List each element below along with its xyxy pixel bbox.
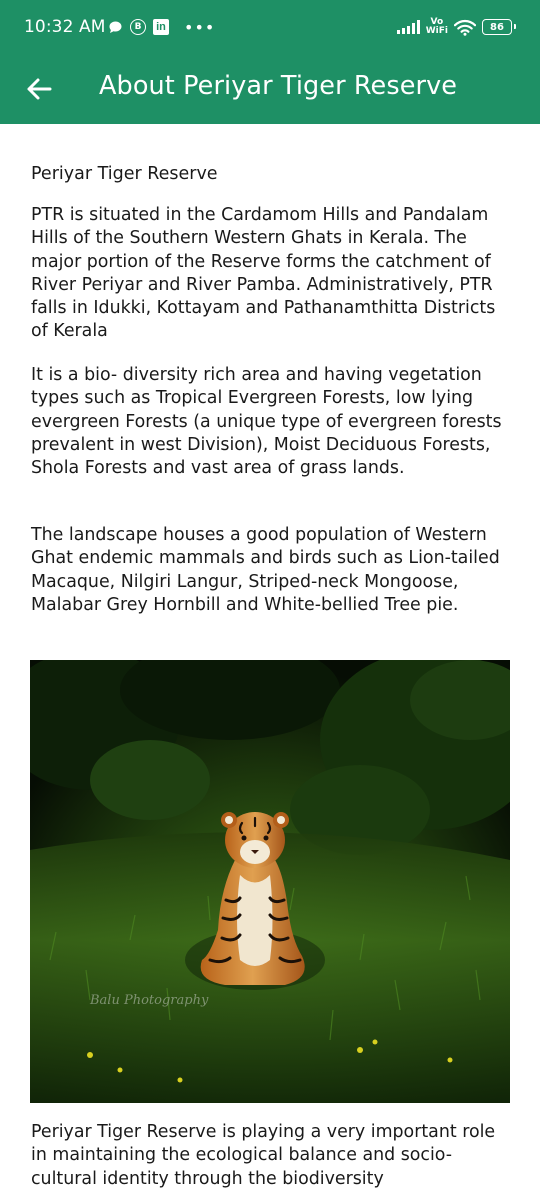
linkedin-icon: in: [153, 19, 169, 35]
vowifi-line2: WiFi: [425, 26, 448, 36]
back-button[interactable]: [18, 68, 60, 110]
more-dots-icon: •••: [184, 17, 216, 37]
battery-level: 86: [490, 21, 504, 33]
notification-icons: B in •••: [108, 17, 215, 37]
paragraph-fauna: The landscape houses a good population o…: [31, 525, 500, 615]
system-icons: Vo WiFi 86: [396, 15, 516, 39]
signal-icon: [396, 20, 420, 34]
wifi-icon: [454, 19, 476, 36]
page-title: About Periyar Tiger Reserve: [99, 71, 458, 101]
paragraph-location: PTR is situated in the Cardamom Hills an…: [31, 205, 496, 342]
arrow-left-icon: [27, 78, 52, 100]
chat-icon: [108, 20, 123, 35]
b-icon: B: [130, 19, 146, 35]
paragraph-biodiversity: It is a bio- diversity rich area and hav…: [31, 365, 502, 479]
tiger-photo: Balu Photography: [30, 660, 510, 1103]
app-bar: 10:32 AM B in ••• Vo WiFi 86 About Periy…: [0, 0, 540, 124]
toolbar: About Periyar Tiger Reserve: [0, 54, 540, 124]
status-bar: 10:32 AM B in ••• Vo WiFi 86: [0, 0, 540, 54]
section-heading: Periyar Tiger Reserve: [31, 164, 218, 184]
status-time: 10:32 AM: [24, 17, 106, 37]
vowifi-icon: Vo WiFi: [426, 18, 448, 36]
photo-watermark: Balu Photography: [89, 993, 209, 1008]
paragraph-ecology: Periyar Tiger Reserve is playing a very …: [31, 1122, 496, 1189]
battery-icon: 86: [482, 19, 516, 35]
